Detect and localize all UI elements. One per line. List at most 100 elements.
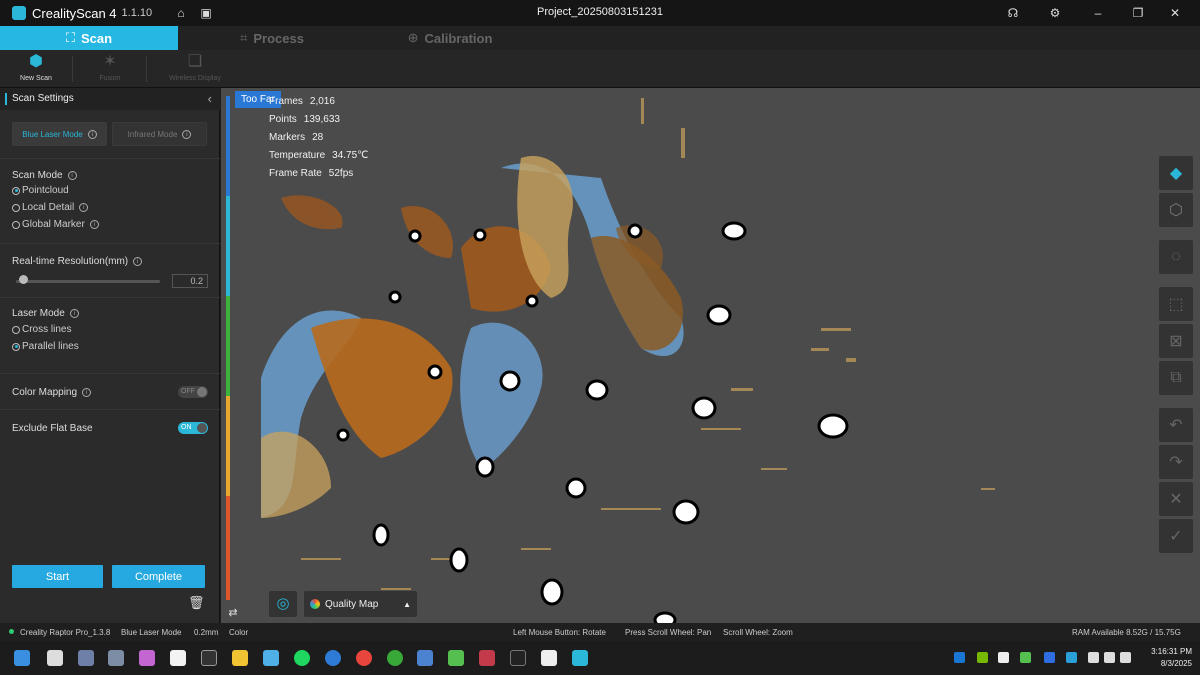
bluetooth-icon[interactable]: [1044, 652, 1055, 663]
radio-local-detail[interactable]: Local Detail i: [12, 202, 89, 213]
defender-icon[interactable]: [954, 652, 965, 663]
notepad-icon[interactable]: [263, 650, 279, 666]
eraser-layer-button[interactable]: ◆: [1159, 156, 1193, 190]
scan-mode-label: Scan Mode i: [12, 170, 77, 181]
resolution-input[interactable]: 0.2: [172, 274, 208, 288]
scan-blobs: [261, 156, 684, 518]
game-app-icon[interactable]: [479, 650, 495, 666]
confirm-button[interactable]: ✓: [1159, 519, 1193, 553]
onedrive-icon[interactable]: [998, 652, 1009, 663]
x-icon: ✕: [1169, 491, 1183, 508]
home-icon[interactable]: ⌂: [174, 6, 188, 20]
toolbar-divider: [146, 56, 147, 82]
radio-pointcloud[interactable]: Pointcloud: [12, 185, 69, 196]
quality-map-dropdown[interactable]: Quality Map ▲: [304, 591, 417, 617]
folder-icon[interactable]: ▣: [199, 6, 213, 20]
tab-scan[interactable]: ⛶ Scan: [0, 26, 178, 50]
maximize-button[interactable]: ❐: [1129, 4, 1147, 22]
3d-viewport[interactable]: Too Far Frames 2,016 Points 139,633 Marker…: [221, 88, 1200, 623]
volume-icon[interactable]: [1104, 652, 1115, 663]
new-scan-button[interactable]: ⬢ New Scan: [0, 52, 72, 88]
status-resolution: 0.2mm: [194, 628, 219, 637]
stat-frames: Frames 2,016: [269, 96, 335, 107]
undo-button[interactable]: ↶: [1159, 408, 1193, 442]
info-icon[interactable]: i: [67, 170, 77, 180]
wireless-display-button[interactable]: ❏ Wireless Display: [158, 52, 232, 88]
screens-icon: ❏: [187, 53, 203, 70]
info-icon[interactable]: i: [82, 387, 92, 397]
system-clock[interactable]: 3:16:31 PM 8/3/2025: [1140, 646, 1192, 670]
complete-button[interactable]: Complete: [112, 565, 205, 588]
scan-icon: ⛶: [65, 30, 76, 45]
tab-calibration[interactable]: ⊕ Calibration: [402, 26, 498, 50]
radio-global-marker[interactable]: Global Marker i: [12, 219, 99, 230]
battery-icon[interactable]: [1120, 652, 1131, 663]
puzzle-app-icon[interactable]: [448, 650, 464, 666]
info-icon[interactable]: i: [69, 308, 79, 318]
calculator-icon[interactable]: [78, 650, 94, 666]
stat-markers: Markers 28: [269, 132, 324, 143]
info-icon[interactable]: i: [89, 220, 99, 229]
crealityscan-taskbar-icon[interactable]: [572, 650, 588, 666]
resolution-slider-track[interactable]: [16, 280, 160, 283]
locate-target-button[interactable]: ◎: [269, 591, 297, 617]
delete-button[interactable]: ✕: [1159, 482, 1193, 516]
tab-process[interactable]: ⌗ Process: [232, 26, 312, 50]
nvidia-icon[interactable]: [977, 652, 988, 663]
chrome-icon[interactable]: [356, 650, 372, 666]
info-icon[interactable]: i: [87, 129, 97, 139]
settings-app-icon[interactable]: [108, 650, 124, 666]
fusion-button[interactable]: ✶ Fusion: [74, 52, 146, 88]
wifi-icon[interactable]: [1088, 652, 1099, 663]
deselect-icon: ⊠: [1169, 333, 1183, 350]
toolbar-divider: [72, 56, 73, 82]
rect-select-button[interactable]: ⬚: [1159, 287, 1193, 321]
windows-start-icon[interactable]: [14, 650, 30, 666]
lasso-button[interactable]: ◌: [1159, 240, 1193, 274]
task-view-icon[interactable]: [47, 650, 63, 666]
infrared-mode-button[interactable]: Infrared Mode i: [112, 122, 207, 146]
cube-view-button[interactable]: ⬡: [1159, 193, 1193, 227]
radio-cross-lines[interactable]: Cross lines: [12, 324, 71, 335]
settings-gear-icon[interactable]: ⚙: [1046, 4, 1064, 22]
collapse-chevron-icon[interactable]: ‹: [208, 91, 212, 106]
blue-laser-mode-button[interactable]: Blue Laser Mode i: [12, 122, 107, 146]
redo-button[interactable]: ↷: [1159, 445, 1193, 479]
invert-select-button[interactable]: ⧉: [1159, 361, 1193, 395]
exclude-flat-base-toggle[interactable]: ON: [178, 422, 208, 434]
people-app-icon[interactable]: [417, 650, 433, 666]
qbittorrent-icon[interactable]: [325, 650, 341, 666]
swap-icon[interactable]: ⇄: [226, 606, 240, 620]
deselect-button[interactable]: ⊠: [1159, 324, 1193, 358]
trash-icon[interactable]: 🗑: [188, 595, 205, 611]
hint-zoom: Scroll Wheel: Zoom: [723, 628, 793, 637]
color-mapping-toggle[interactable]: OFF: [178, 386, 208, 398]
info-icon[interactable]: i: [133, 256, 143, 266]
vpn-icon[interactable]: [1066, 652, 1077, 663]
apple-tv-icon[interactable]: [510, 650, 526, 666]
info-icon[interactable]: i: [79, 203, 89, 212]
minimize-button[interactable]: –: [1089, 4, 1107, 22]
stat-temperature: Temperature 34.75℃: [269, 150, 369, 161]
main-tabs: ⛶ Scan ⌗ Process ⊕ Calibration: [0, 26, 1200, 50]
file-explorer-icon[interactable]: [232, 650, 248, 666]
status-mode: Blue Laser Mode: [121, 628, 182, 637]
gauge-app-icon[interactable]: [201, 650, 217, 666]
close-button[interactable]: ✕: [1166, 4, 1184, 22]
hint-rotate: Left Mouse Button: Rotate: [513, 628, 606, 637]
os-taskbar: 3:16:31 PM 8/3/2025: [0, 641, 1200, 675]
document-app-icon[interactable]: [541, 650, 557, 666]
copilot-icon[interactable]: [139, 650, 155, 666]
support-icon[interactable]: ☊: [1004, 4, 1022, 22]
info-icon[interactable]: i: [182, 129, 192, 139]
resolution-slider-handle[interactable]: [19, 275, 28, 284]
radio-selected-icon: [12, 186, 20, 195]
store-icon[interactable]: [170, 650, 186, 666]
crosshair-icon: ⊕: [407, 30, 419, 45]
start-button[interactable]: Start: [12, 565, 103, 588]
tray-app-icon[interactable]: [1020, 652, 1031, 663]
spotify-icon[interactable]: [294, 650, 310, 666]
xbox-icon[interactable]: [387, 650, 403, 666]
distance-indicator: [226, 96, 230, 600]
radio-parallel-lines[interactable]: Parallel lines: [12, 341, 79, 352]
